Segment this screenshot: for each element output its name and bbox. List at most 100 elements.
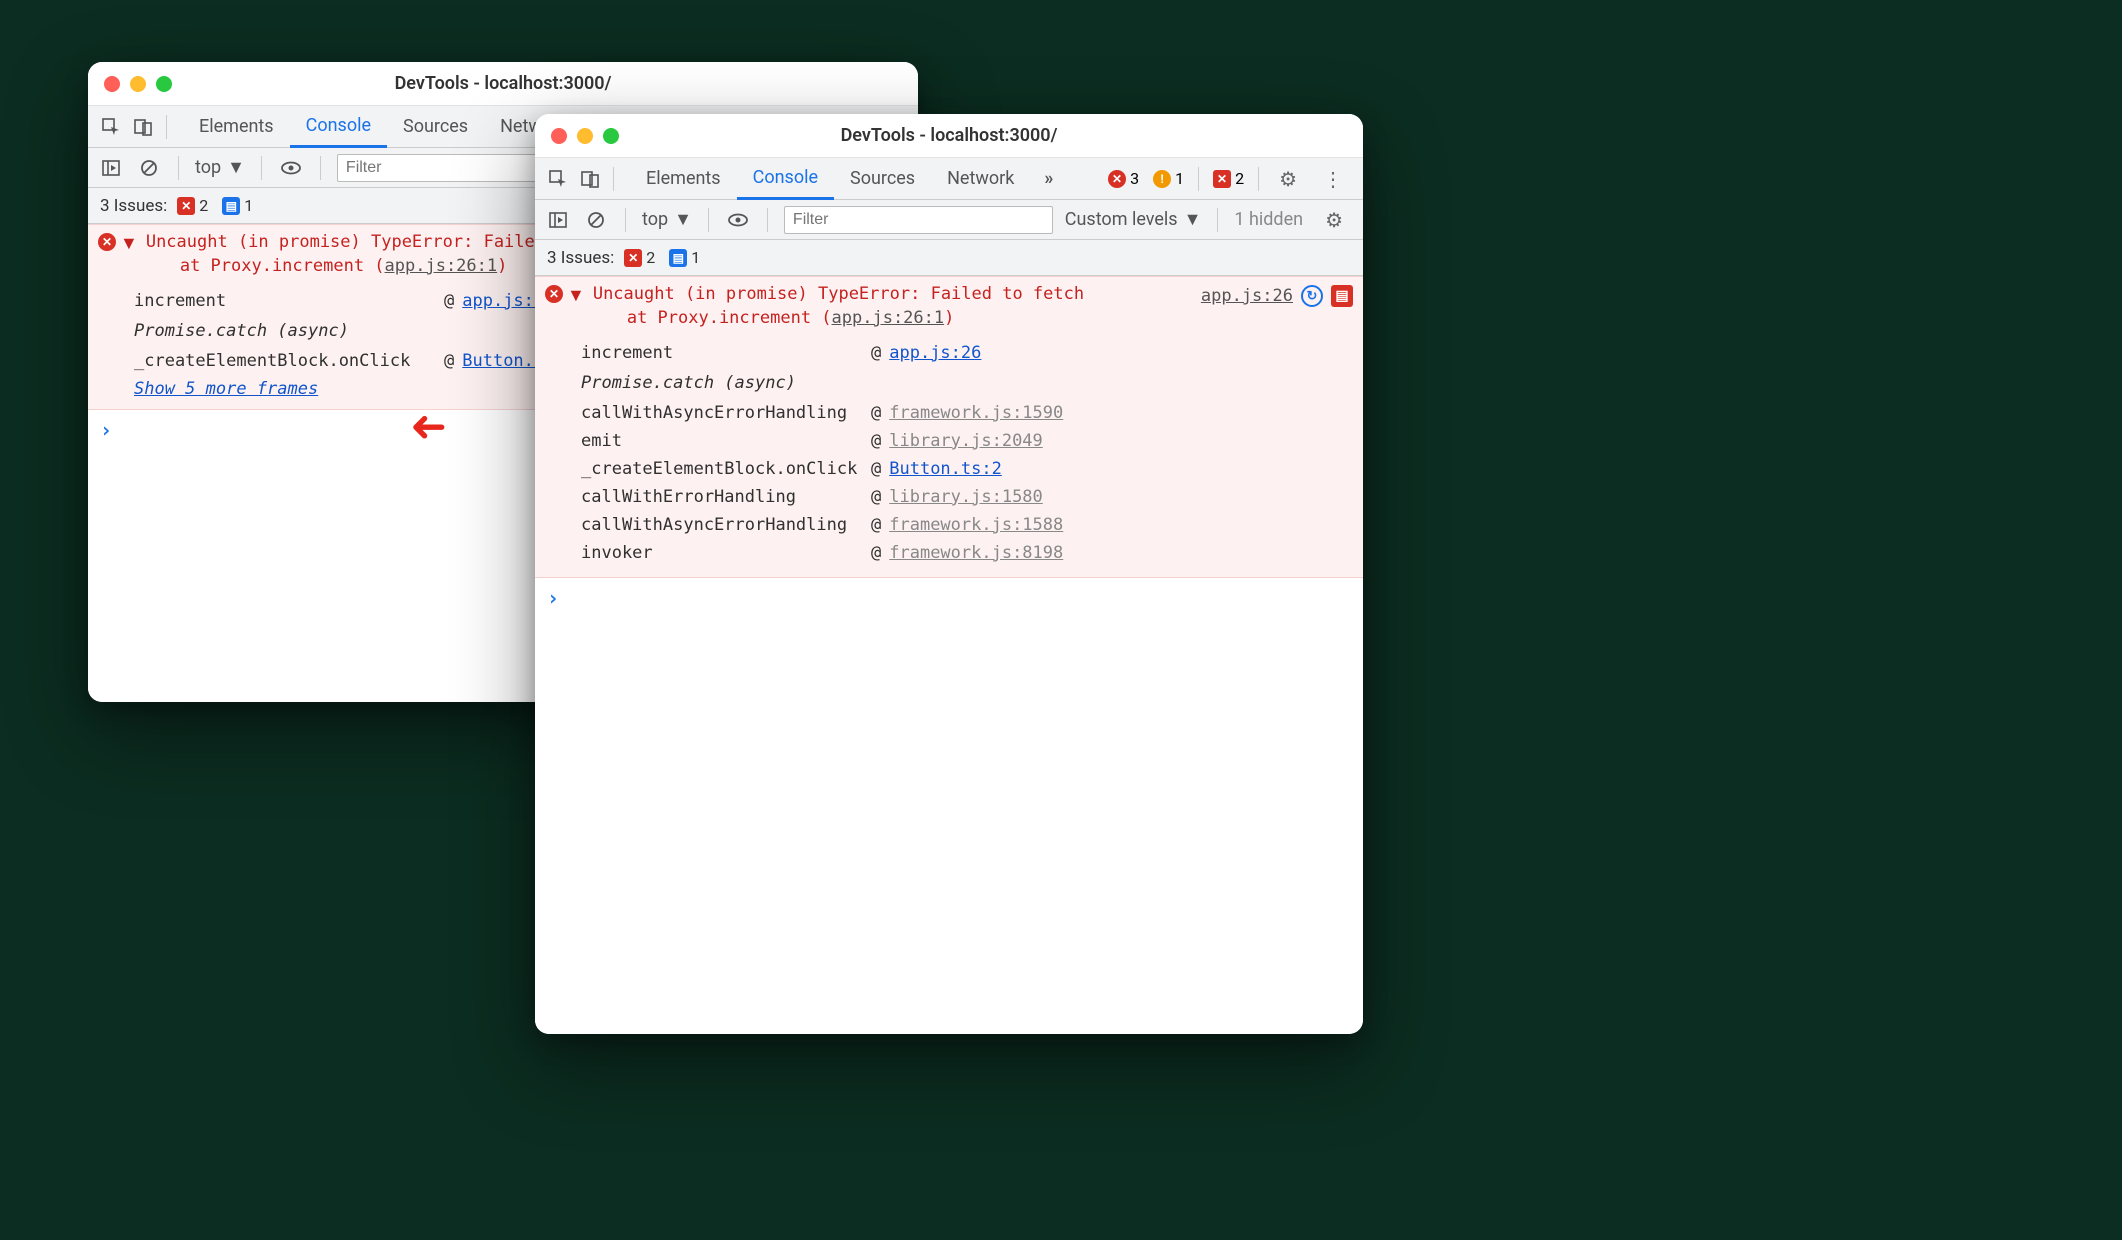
minimize-window-button[interactable] [130, 76, 146, 92]
stack-frame-source-link[interactable]: framework.js:1588 [889, 515, 1063, 535]
maximize-window-button[interactable] [156, 76, 172, 92]
tab-sources[interactable]: Sources [387, 106, 484, 148]
stack-frame-function: _createElementBlock.onClick [134, 351, 444, 371]
error-icon: ✕ [98, 233, 116, 251]
separator [1198, 167, 1199, 191]
stack-frame: callWithErrorHandling@library.js:1580 [581, 483, 1353, 511]
console-subbar: top ▼ Custom levels ▼ 1 hidden ⚙ [535, 200, 1363, 240]
context-selector[interactable]: top ▼ [195, 157, 245, 178]
tab-network[interactable]: Network [931, 158, 1030, 200]
stack-frame-source-link[interactable]: Button.ts:2 [889, 459, 1002, 479]
stack-frame-source-link[interactable]: app.js:26 [889, 343, 981, 363]
stack-frame: _createElementBlock.onClick@Button.ts:2 [581, 455, 1353, 483]
issues-errors-badge[interactable]: ✕2 [173, 196, 212, 215]
stack-frame-source-link[interactable]: library.js:1580 [889, 487, 1043, 507]
stack-frame-function: _createElementBlock.onClick [581, 459, 871, 479]
separator [1217, 208, 1218, 232]
filter-input[interactable] [784, 206, 1053, 234]
stack-frame-function: callWithErrorHandling [581, 487, 871, 507]
clear-console-icon[interactable] [136, 155, 162, 181]
tab-console[interactable]: Console [737, 158, 834, 200]
live-expression-icon[interactable] [725, 207, 751, 233]
inspect-icon[interactable] [98, 114, 124, 140]
stack-trace: increment@app.js:26Promise.catch (async)… [581, 339, 1353, 567]
context-selector[interactable]: top ▼ [642, 209, 692, 230]
device-toggle-icon[interactable] [577, 166, 603, 192]
maximize-window-button[interactable] [603, 128, 619, 144]
stack-frame: callWithAsyncErrorHandling@framework.js:… [581, 399, 1353, 427]
titlebar: DevTools - localhost:3000/ [535, 114, 1363, 158]
panel-tabs: Elements Console Sources Network [630, 158, 1030, 200]
device-toggle-icon[interactable] [130, 114, 156, 140]
source-link[interactable]: app.js:26 [1201, 286, 1293, 306]
log-levels-selector[interactable]: Custom levels ▼ [1065, 209, 1202, 230]
issues-messages-badge[interactable]: ▤1 [665, 248, 704, 267]
main-toolbar: Elements Console Sources Network » ✕3 !1… [535, 158, 1363, 200]
hidden-messages-label[interactable]: 1 hidden [1234, 209, 1303, 230]
stack-frame: invoker@framework.js:8198 [581, 539, 1353, 567]
chevron-down-icon: ▼ [674, 209, 692, 230]
console-body: ✕ ▼ Uncaught (in promise) TypeError: Fai… [535, 276, 1363, 1034]
error-count-badge[interactable]: ✕3 [1104, 169, 1143, 188]
issues-messages-badge[interactable]: ▤1 [218, 196, 257, 215]
traffic-lights [104, 76, 172, 92]
issues-label: 3 Issues: [547, 248, 614, 268]
source-link[interactable]: app.js:26:1 [832, 308, 945, 328]
stack-frame-function: invoker [581, 543, 871, 563]
chevron-down-icon: ▼ [1184, 209, 1202, 230]
sidebar-toggle-icon[interactable] [545, 207, 571, 233]
settings-icon[interactable]: ⚙ [1269, 167, 1307, 191]
console-prompt[interactable]: › [535, 578, 1363, 618]
window-title: DevTools - localhost:3000/ [551, 125, 1347, 146]
reload-icon[interactable]: ↻ [1301, 285, 1323, 307]
separator [166, 115, 167, 139]
more-options-icon[interactable]: ⋮ [1313, 167, 1353, 191]
stack-frame-source-link[interactable]: library.js:2049 [889, 431, 1043, 451]
live-expression-icon[interactable] [278, 155, 304, 181]
tab-elements[interactable]: Elements [630, 158, 737, 200]
stack-frame-source-link[interactable]: framework.js:1590 [889, 403, 1063, 423]
separator [261, 156, 262, 180]
window-title: DevTools - localhost:3000/ [104, 73, 902, 94]
blocked-count-badge[interactable]: ✕2 [1209, 169, 1248, 188]
warning-count-badge[interactable]: !1 [1149, 169, 1188, 188]
tab-console[interactable]: Console [290, 106, 387, 148]
stack-frame-function: callWithAsyncErrorHandling [581, 403, 871, 423]
stack-frame-function: emit [581, 431, 871, 451]
titlebar: DevTools - localhost:3000/ [88, 62, 918, 106]
more-tabs-button[interactable]: » [1036, 168, 1061, 189]
stack-async-divider: Promise.catch (async) [581, 367, 1353, 399]
minimize-window-button[interactable] [577, 128, 593, 144]
devtools-window-2: DevTools - localhost:3000/ Elements Cons… [535, 114, 1363, 1034]
stack-frame: increment@app.js:26 [581, 339, 1353, 367]
console-settings-icon[interactable]: ⚙ [1315, 208, 1353, 232]
separator [178, 156, 179, 180]
expand-toggle-icon[interactable]: ▼ [120, 233, 138, 254]
inspect-icon[interactable] [545, 166, 571, 192]
expand-toggle-icon[interactable]: ▼ [567, 285, 585, 306]
source-link[interactable]: app.js:26:1 [385, 256, 498, 276]
issues-errors-badge[interactable]: ✕2 [620, 248, 659, 267]
sidebar-toggle-icon[interactable] [98, 155, 124, 181]
separator [1258, 167, 1259, 191]
issues-label: 3 Issues: [100, 196, 167, 216]
separator [613, 167, 614, 191]
separator [708, 208, 709, 232]
tab-sources[interactable]: Sources [834, 158, 931, 200]
error-icon: ✕ [545, 285, 563, 303]
issues-bar: 3 Issues: ✕2 ▤1 [535, 240, 1363, 276]
error-message: Uncaught (in promise) TypeError: Failed … [593, 283, 1193, 331]
console-error: ✕ ▼ Uncaught (in promise) TypeError: Fai… [535, 276, 1363, 578]
stack-frame-source-link[interactable]: framework.js:8198 [889, 543, 1063, 563]
clear-console-icon[interactable] [583, 207, 609, 233]
separator [625, 208, 626, 232]
stack-frame-function: increment [581, 343, 871, 363]
stack-frame: callWithAsyncErrorHandling@framework.js:… [581, 511, 1353, 539]
issue-badge-icon[interactable]: ▤ [1331, 285, 1353, 307]
stack-frame-function: callWithAsyncErrorHandling [581, 515, 871, 535]
stack-frame: emit@library.js:2049 [581, 427, 1353, 455]
close-window-button[interactable] [551, 128, 567, 144]
close-window-button[interactable] [104, 76, 120, 92]
tab-elements[interactable]: Elements [183, 106, 290, 148]
panel-tabs: Elements Console Sources Network [183, 106, 583, 148]
